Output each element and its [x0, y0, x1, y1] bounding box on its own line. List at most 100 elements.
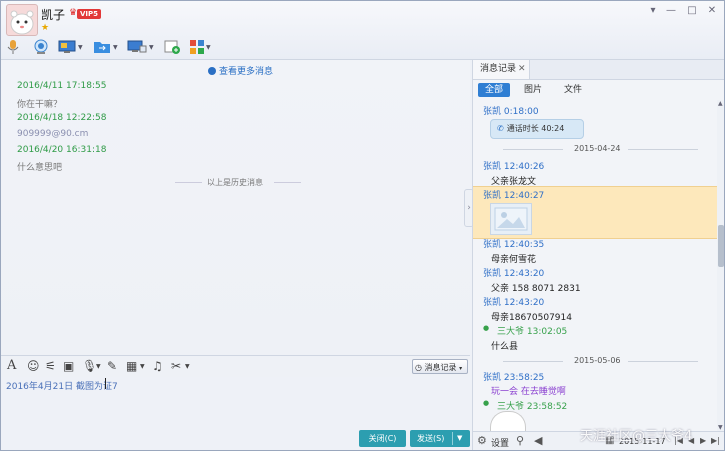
screen-share-icon[interactable]: ▼	[58, 38, 83, 56]
divider-line	[503, 149, 563, 150]
vip-badge[interactable]: VIP5	[77, 9, 102, 19]
chevron-down-icon[interactable]: ▼	[140, 363, 145, 370]
add-chat-icon[interactable]	[164, 38, 180, 56]
message-text: 什么意思吧	[17, 163, 63, 173]
filter-images[interactable]: 图片	[518, 83, 548, 97]
chevron-down-icon: ▾	[459, 365, 463, 372]
screenshot-scissors-icon[interactable]: ✂	[171, 359, 181, 373]
emoji-icon[interactable]: ☺	[27, 359, 40, 373]
image-icon[interactable]: ▦	[126, 359, 137, 373]
avatar[interactable]	[6, 4, 38, 36]
message-text[interactable]: 909999@90.cm	[17, 129, 88, 139]
send-options-chevron-icon[interactable]: ▼	[457, 430, 462, 447]
watermark: 天涯社区@三大爷4	[580, 429, 693, 444]
divider-line	[503, 361, 563, 362]
history-tab-bar: 消息记录 ✕	[473, 60, 724, 80]
dropdown-window-icon[interactable]: ▾	[646, 4, 660, 18]
voice-message-icon[interactable]: 🎙︎	[82, 359, 97, 373]
message-input-text[interactable]: 2016年4月21日 截图为证7	[6, 379, 118, 392]
chevron-down-icon[interactable]: ▼	[185, 363, 190, 370]
image-thumbnail[interactable]	[490, 203, 532, 235]
maximize-icon[interactable]: □	[685, 4, 699, 18]
date-label: 2015-04-24	[574, 144, 621, 153]
divider-line	[628, 149, 698, 150]
call-record-bubble[interactable]: ✆ 通话时长 40:24	[490, 119, 584, 139]
clock-icon: ◷	[415, 363, 422, 372]
next-page-icon[interactable]: ▶	[700, 436, 706, 445]
history-sender: 张凯 12:40:26	[483, 162, 545, 172]
message-history-label: 消息记录	[424, 363, 457, 372]
history-date-divider: 2015-05-06	[473, 356, 717, 366]
filter-all[interactable]: 全部	[478, 83, 510, 97]
history-filters: 全部 图片 文件	[473, 81, 724, 99]
message-timestamp: 2016/4/11 17:18:55	[17, 81, 107, 91]
expand-icon[interactable]: ●	[483, 399, 489, 407]
magic-wand-icon[interactable]: ⚟	[45, 359, 56, 373]
filter-files[interactable]: 文件	[558, 83, 588, 97]
history-message: 父亲 158 8071 2831	[491, 284, 581, 294]
remote-desktop-icon[interactable]: ▼	[127, 38, 154, 56]
scroll-thumb[interactable]	[718, 225, 724, 267]
webcam-icon[interactable]	[33, 38, 49, 56]
message-history-panel: 消息记录 ✕ 全部 图片 文件 张凯 0:18:00 ✆ 通话时长 40:24 2…	[472, 60, 724, 450]
microphone-icon[interactable]	[7, 38, 19, 56]
message-history-button[interactable]: ◷ 消息记录 ▾	[412, 359, 468, 374]
apps-icon[interactable]: ▼	[190, 38, 211, 56]
message-timestamp: 2016/4/20 16:31:18	[17, 145, 107, 155]
image-placeholder-icon	[494, 207, 528, 231]
divider-line	[628, 361, 698, 362]
close-tab-icon[interactable]: ✕	[518, 60, 526, 79]
history-sender: 张凯 12:43:20	[483, 298, 545, 308]
history-message: 什么县	[491, 342, 519, 352]
message-text: 你在干嘛？	[17, 100, 63, 110]
font-icon[interactable]: A	[7, 358, 16, 373]
more-messages-link[interactable]: 查看更多消息	[208, 64, 273, 77]
divider-line	[175, 182, 202, 183]
clock-icon	[208, 67, 216, 75]
search-icon[interactable]: ⚲	[516, 434, 524, 447]
tab-title: 消息记录	[480, 64, 517, 74]
more-messages-label: 查看更多消息	[219, 67, 274, 77]
settings-label[interactable]: 设置	[491, 436, 509, 449]
tab-message-history[interactable]: 消息记录 ✕	[473, 60, 530, 79]
history-divider-label: 以上是历史消息	[207, 178, 263, 187]
speaker-icon[interactable]: ◀	[534, 434, 542, 447]
text-caret	[105, 378, 106, 389]
date-label: 2015-05-06	[574, 356, 621, 365]
history-message: 母亲18670507914	[491, 313, 572, 323]
star-icon: ★	[41, 23, 50, 33]
chat-header: 凯子 ♛ VIP5 ★ ▾ — □ ✕ ▼ ▼ ▼ ▼	[1, 1, 724, 60]
chat-window: 凯子 ♛ VIP5 ★ ▾ — □ ✕ ▼ ▼ ▼ ▼ 查看更多消息 2016/…	[0, 0, 725, 451]
history-sender: 三大爷 13:02:05	[497, 327, 568, 337]
edit-icon[interactable]: ✎	[107, 359, 117, 373]
divider-line	[274, 182, 301, 183]
contact-name[interactable]: 凯子	[41, 6, 65, 23]
history-date-divider: 2015-04-24	[473, 144, 717, 154]
history-message: 母亲何雪花	[491, 255, 537, 265]
minimize-icon[interactable]: —	[664, 4, 678, 18]
music-icon[interactable]: ♫	[152, 359, 163, 373]
input-toolbar: A ☺ ⚟ ▣ 🎙︎ ▼ ✎ ▦ ▼ ♫ ✂ ▼ ◷ 消息记录 ▾	[1, 355, 470, 378]
chevron-down-icon[interactable]: ▼	[96, 363, 101, 370]
history-message: 玩一会 在去睡觉啊	[491, 387, 566, 397]
history-list: 张凯 0:18:00 ✆ 通话时长 40:24 2015-04-24 张凯 12:…	[473, 100, 717, 431]
message-timestamp: 2016/4/18 12:22:58	[17, 113, 107, 123]
expand-icon[interactable]: ●	[483, 324, 489, 332]
history-sender: 张凯 23:58:25	[483, 373, 545, 383]
scroll-up-icon[interactable]: ▲	[718, 100, 723, 107]
close-window-icon[interactable]: ✕	[705, 4, 719, 18]
history-scrollbar[interactable]: ▲ ▼	[717, 100, 724, 431]
message-input[interactable]: 2016年4月21日 截图为证7	[1, 377, 470, 427]
message-area: 查看更多消息 2016/4/11 17:18:55 你在干嘛？ 2016/4/1…	[1, 60, 470, 355]
video-clip-icon[interactable]: ▣	[63, 359, 74, 373]
last-page-icon[interactable]: ▶|	[711, 436, 720, 445]
scroll-down-icon[interactable]: ▼	[718, 424, 723, 431]
sticker-image[interactable]	[490, 411, 526, 431]
crown-icon: ♛	[69, 8, 78, 18]
history-sender: 张凯 12:40:35	[483, 240, 545, 250]
gear-icon[interactable]: ⚙	[477, 434, 487, 447]
send-button[interactable]: 发送(S) ▼	[410, 430, 470, 447]
close-button[interactable]: 关闭(C)	[359, 430, 406, 447]
folder-transfer-icon[interactable]: ▼	[93, 38, 118, 56]
phone-icon: ✆	[497, 124, 504, 133]
